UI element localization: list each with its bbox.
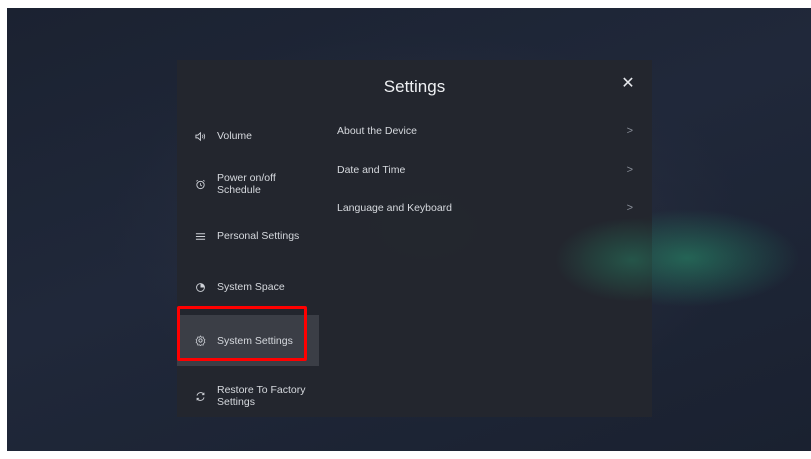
screen: Settings ✕ Volume Power on/off Schedule [7, 8, 811, 451]
settings-dialog: Settings ✕ Volume Power on/off Schedule [177, 60, 652, 417]
close-icon: ✕ [621, 75, 635, 92]
sidebar-item-label: System Settings [217, 334, 293, 347]
row-date-time[interactable]: Date and Time > [337, 160, 637, 180]
sidebar-item-label: Personal Settings [217, 230, 300, 242]
sidebar-item-volume[interactable]: Volume [177, 122, 319, 150]
chevron-right-icon: > [626, 125, 633, 137]
sidebar-item-system-settings[interactable]: System Settings [177, 315, 319, 366]
sidebar-item-label: Restore To Factory Settings [217, 384, 306, 408]
close-button[interactable]: ✕ [618, 74, 638, 94]
sidebar-item-label: Power on/off Schedule [217, 172, 276, 196]
gear-icon [194, 335, 206, 347]
alarm-clock-icon [194, 178, 206, 190]
sidebar-item-label: Volume [217, 130, 253, 142]
sidebar-item-restore-factory[interactable]: Restore To Factory Settings [177, 378, 319, 414]
sidebar-item-power-schedule[interactable]: Power on/off Schedule [177, 166, 319, 202]
row-language-keyboard[interactable]: Language and Keyboard > [337, 198, 637, 218]
sidebar-item-label: System Space [217, 281, 285, 293]
row-label: About the Device [337, 125, 417, 137]
pie-chart-icon [194, 281, 206, 293]
sliders-icon [194, 230, 206, 242]
sidebar-item-system-space[interactable]: System Space [177, 273, 319, 301]
sidebar-item-personal-settings[interactable]: Personal Settings [177, 222, 319, 250]
speaker-icon [194, 130, 206, 142]
row-about-device[interactable]: About the Device > [337, 121, 637, 141]
row-label: Language and Keyboard [337, 202, 453, 214]
refresh-icon [194, 390, 206, 402]
dialog-title: Settings [383, 77, 446, 96]
row-label: Date and Time [337, 164, 406, 176]
sidebar: Volume Power on/off Schedule Personal Se… [177, 110, 319, 417]
chevron-right-icon: > [626, 164, 633, 176]
chevron-right-icon: > [626, 202, 633, 214]
